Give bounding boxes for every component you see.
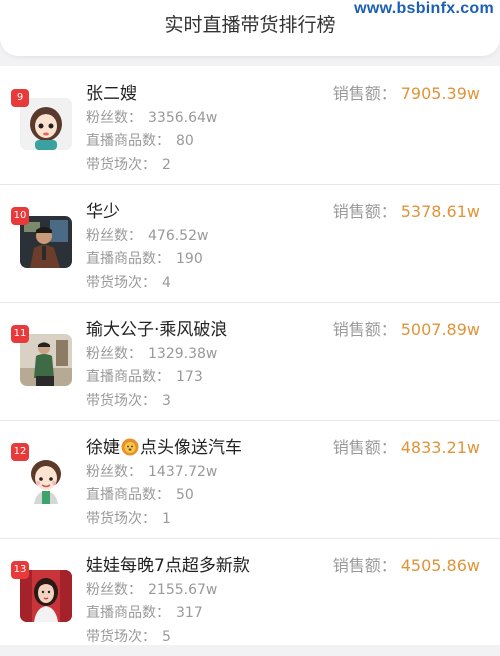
products-count: 直播商品数： 317 — [86, 605, 203, 621]
streamer-name: 娃娃每晚7点超多新款 — [86, 556, 250, 576]
fans-count: 粉丝数： 476.52w — [86, 228, 209, 244]
products-count: 直播商品数： 50 — [86, 487, 194, 503]
lion-emoji-icon — [121, 438, 139, 456]
fans-count: 粉丝数： 3356.64w — [86, 110, 218, 126]
fans-count: 粉丝数： 2155.67w — [86, 582, 218, 598]
sales-amount: 销售额： 5378.61w — [332, 202, 480, 221]
streamer-name: 徐婕 点头像送汽车 — [86, 438, 242, 458]
rank-badge: 9 — [11, 89, 29, 107]
sessions-count: 带货场次： 1 — [86, 511, 171, 527]
sessions-count: 带货场次： 5 — [86, 629, 171, 645]
streamer-name: 瑜大公子·乘风破浪 — [86, 320, 228, 340]
rank-badge: 11 — [11, 325, 29, 343]
sales-amount: 销售额： 4833.21w — [332, 438, 480, 457]
streamer-name: 张二嫂 — [86, 84, 137, 104]
streamer-name: 华少 — [86, 202, 120, 222]
list-item[interactable]: 11 瑜大公子·乘风破浪 粉丝数： 1329.38w 直播商品数： 173 带货场次… — [0, 302, 500, 421]
products-count: 直播商品数： 173 — [86, 369, 203, 385]
ranking-list: 9 张二嫂 粉丝数： 3356.64w 直播商品数： 80 带货场次： 2 销售额： 7… — [0, 66, 500, 645]
sessions-count: 带货场次： 3 — [86, 393, 171, 409]
sales-amount: 销售额： 7905.39w — [332, 84, 480, 103]
rank-badge: 13 — [11, 561, 29, 579]
watermark: www.bsbinfx.com — [354, 0, 494, 17]
rank-badge: 12 — [11, 443, 29, 461]
list-item[interactable]: 13 娃娃每晚7点超多新款 粉丝数： 2155.67w 直播商品数： 317 带货场… — [0, 538, 500, 656]
rank-badge: 10 — [11, 207, 29, 225]
sales-amount: 销售额： 5007.89w — [332, 320, 480, 339]
products-count: 直播商品数： 80 — [86, 133, 194, 149]
fans-count: 粉丝数： 1437.72w — [86, 464, 218, 480]
sessions-count: 带货场次： 4 — [86, 275, 171, 291]
products-count: 直播商品数： 190 — [86, 251, 203, 267]
sales-amount: 销售额： 4505.86w — [332, 556, 480, 575]
list-item[interactable]: 10 华少 粉丝数： 476.52w 直播商品数： 190 带货场次： 4 销售额： 5… — [0, 184, 500, 303]
fans-count: 粉丝数： 1329.38w — [86, 346, 218, 362]
list-item[interactable]: 9 张二嫂 粉丝数： 3356.64w 直播商品数： 80 带货场次： 2 销售额： 7… — [0, 66, 500, 185]
sessions-count: 带货场次： 2 — [86, 157, 171, 173]
list-item[interactable]: 12 徐婕 点头像送汽车 粉丝数： 1437.72w 直播商品数： 50 带货场次： 1… — [0, 420, 500, 539]
